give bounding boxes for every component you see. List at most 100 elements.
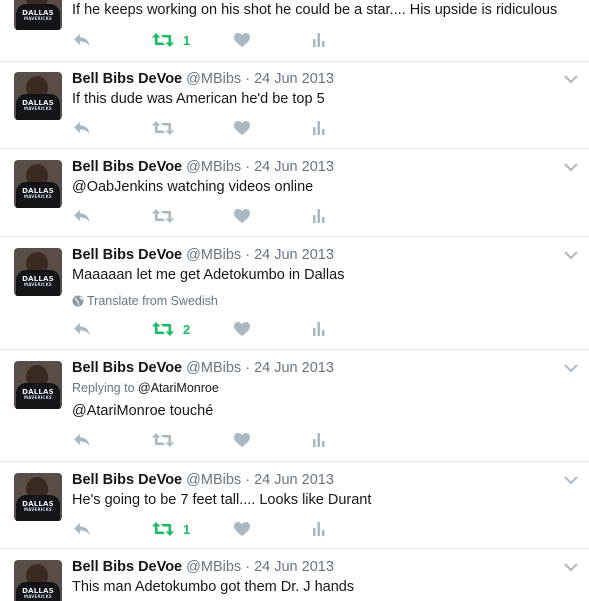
username[interactable]: @MBibs: [186, 559, 241, 575]
reply-button[interactable]: [73, 321, 91, 337]
reply-button[interactable]: [73, 208, 91, 224]
tweet-menu-button[interactable]: [563, 159, 579, 175]
display-name[interactable]: Bell Bibs DeVoe: [72, 159, 182, 175]
display-name[interactable]: Bell Bibs DeVoe: [72, 247, 182, 263]
tweet-header: Bell Bibs DeVoe @MBibs · 24 Jun 2013: [72, 559, 334, 575]
tweet-date[interactable]: 24 Jun 2013: [254, 472, 334, 488]
username[interactable]: @MBibs: [186, 159, 241, 175]
avatar-shirt-subtext: MAVERICKS: [24, 507, 52, 512]
separator-dot: ·: [245, 159, 251, 175]
reply-button[interactable]: [73, 32, 91, 48]
tweet-menu-button[interactable]: [563, 559, 579, 575]
globe-icon: [72, 295, 84, 307]
analytics-button[interactable]: [312, 432, 326, 448]
avatar-shirt-subtext: MAVERICKS: [24, 194, 52, 199]
replying-mention[interactable]: @AtariMonroe: [138, 381, 219, 395]
avatar[interactable]: DALLAS MAVERICKS: [14, 560, 62, 601]
tweet-menu-button[interactable]: [563, 71, 579, 87]
retweet-icon: [152, 522, 174, 536]
analytics-button[interactable]: [312, 120, 326, 136]
reply-icon: [74, 523, 90, 535]
analytics-button[interactable]: [312, 321, 326, 337]
tweet-header: Bell Bibs DeVoe @MBibs · 24 Jun 2013: [72, 472, 334, 488]
like-icon: [234, 322, 250, 336]
tweet-card[interactable]: DALLAS MAVERICKS Bell Bibs DeVoe @MBibs ·…: [0, 350, 589, 461]
retweet-button[interactable]: [152, 208, 174, 224]
retweet-button[interactable]: [152, 32, 174, 48]
display-name[interactable]: Bell Bibs DeVoe: [72, 472, 182, 488]
tweet-date[interactable]: 24 Jun 2013: [254, 559, 334, 575]
avatar[interactable]: DALLAS MAVERICKS: [14, 361, 62, 409]
retweet-button[interactable]: [152, 120, 174, 136]
avatar[interactable]: DALLAS MAVERICKS: [14, 0, 62, 30]
tweet-card[interactable]: DALLAS MAVERICKS Bell Bibs DeVoe @MBibs ·…: [0, 62, 589, 148]
reply-icon: [74, 434, 90, 446]
avatar-shirt-subtext: MAVERICKS: [24, 594, 52, 599]
tweet-date[interactable]: 24 Jun 2013: [254, 247, 334, 263]
tweet-date[interactable]: 24 Jun 2013: [254, 360, 334, 376]
username[interactable]: @MBibs: [186, 360, 241, 376]
tweet-card[interactable]: DALLAS MAVERICKS Bell Bibs DeVoe @MBibs ·…: [0, 549, 589, 601]
retweet-button[interactable]: [152, 321, 174, 337]
chevron-down-icon: [564, 563, 578, 572]
like-icon: [234, 121, 250, 135]
analytics-button[interactable]: [312, 208, 326, 224]
chevron-down-icon: [564, 251, 578, 260]
retweet-button[interactable]: [152, 521, 174, 537]
avatar[interactable]: DALLAS MAVERICKS: [14, 160, 62, 208]
like-button[interactable]: [233, 208, 251, 224]
display-name[interactable]: Bell Bibs DeVoe: [72, 360, 182, 376]
analytics-button[interactable]: [312, 521, 326, 537]
like-icon: [234, 209, 250, 223]
tweet-text: This man Adetokumbo got them Dr. J hands: [72, 579, 355, 595]
tweet-menu-button[interactable]: [563, 472, 579, 488]
avatar[interactable]: DALLAS MAVERICKS: [14, 248, 62, 296]
like-button[interactable]: [233, 321, 251, 337]
avatar-shirt-subtext: MAVERICKS: [24, 282, 52, 287]
display-name[interactable]: Bell Bibs DeVoe: [72, 559, 182, 575]
tweet-card[interactable]: DALLAS MAVERICKS Bell Bibs DeVoe @MBibs ·…: [0, 149, 589, 236]
like-button[interactable]: [233, 521, 251, 537]
avatar-shirt-subtext: MAVERICKS: [24, 395, 52, 400]
tweet-header: Bell Bibs DeVoe @MBibs · 24 Jun 2013: [72, 159, 334, 175]
tweet-text: If this dude was American he'd be top 5: [72, 91, 325, 107]
separator-dot: ·: [245, 71, 251, 87]
tweet-menu-button[interactable]: [563, 247, 579, 263]
analytics-icon: [313, 433, 325, 447]
username[interactable]: @MBibs: [186, 472, 241, 488]
analytics-button[interactable]: [312, 32, 326, 48]
tweet-card[interactable]: DALLAS MAVERICKS Bell Bibs DeVoe @MBibs ·…: [0, 237, 589, 349]
separator-dot: ·: [245, 472, 251, 488]
reply-button[interactable]: [73, 120, 91, 136]
display-name[interactable]: Bell Bibs DeVoe: [72, 71, 182, 87]
analytics-icon: [313, 33, 325, 47]
reply-icon: [74, 323, 90, 335]
tweet-text: If he keeps working on his shot he could…: [72, 2, 558, 18]
chevron-down-icon: [564, 364, 578, 373]
tweet-menu-button[interactable]: [563, 360, 579, 376]
avatar[interactable]: DALLAS MAVERICKS: [14, 72, 62, 120]
replying-label: Replying to: [72, 381, 135, 395]
analytics-icon: [313, 522, 325, 536]
chevron-down-icon: [564, 476, 578, 485]
reply-button[interactable]: [73, 521, 91, 537]
tweet-card[interactable]: DALLAS MAVERICKS If he keeps working on h…: [0, 0, 589, 61]
retweet-icon: [152, 121, 174, 135]
tweet-header: Bell Bibs DeVoe @MBibs · 24 Jun 2013: [72, 71, 334, 87]
like-button[interactable]: [233, 120, 251, 136]
tweet-text: @AtariMonroe touché: [72, 403, 214, 419]
translate-link[interactable]: Translate from Swedish: [72, 294, 218, 308]
avatar[interactable]: DALLAS MAVERICKS: [14, 473, 62, 521]
reply-icon: [74, 210, 90, 222]
username[interactable]: @MBibs: [186, 71, 241, 87]
tweet-header: Bell Bibs DeVoe @MBibs · 24 Jun 2013: [72, 247, 334, 263]
tweet-date[interactable]: 24 Jun 2013: [254, 71, 334, 87]
tweet-card[interactable]: DALLAS MAVERICKS Bell Bibs DeVoe @MBibs ·…: [0, 462, 589, 548]
username[interactable]: @MBibs: [186, 247, 241, 263]
tweet-date[interactable]: 24 Jun 2013: [254, 159, 334, 175]
like-button[interactable]: [233, 32, 251, 48]
reply-button[interactable]: [73, 432, 91, 448]
like-button[interactable]: [233, 432, 251, 448]
retweet-button[interactable]: [152, 432, 174, 448]
retweet-icon: [152, 433, 174, 447]
